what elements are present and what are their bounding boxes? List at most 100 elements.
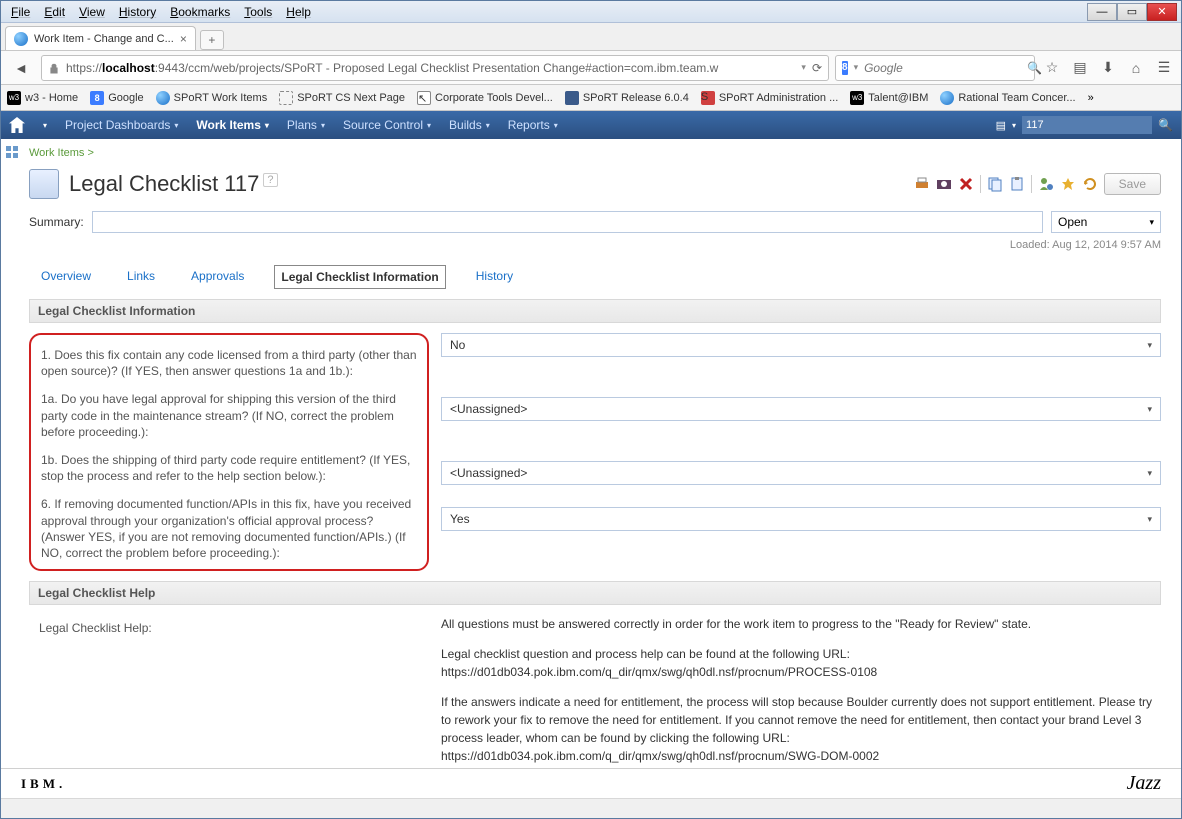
answer-1b-select[interactable]: <Unassigned>▾ — [441, 461, 1161, 485]
bookmark-w3[interactable]: w3w3 - Home — [7, 91, 78, 105]
bookmark-rtc[interactable]: Rational Team Concer... — [940, 91, 1075, 105]
tab-links[interactable]: Links — [121, 265, 161, 289]
chevron-down-icon: ▾ — [1147, 514, 1152, 525]
search-dropdown-icon[interactable]: ▾ — [854, 62, 859, 73]
camera-icon[interactable] — [936, 176, 952, 192]
reload-icon[interactable]: ⟳ — [812, 61, 822, 75]
question-1: 1. Does this fix contain any code licens… — [41, 343, 417, 387]
tab-close-icon[interactable]: × — [180, 32, 187, 46]
summary-input[interactable] — [92, 211, 1043, 233]
subscribe-icon[interactable] — [1038, 176, 1054, 192]
refresh-icon[interactable] — [1082, 176, 1098, 192]
separator — [980, 175, 981, 193]
answer-1a-select[interactable]: <Unassigned>▾ — [441, 397, 1161, 421]
delete-icon[interactable] — [958, 176, 974, 192]
menu-tools[interactable]: Tools — [238, 3, 278, 21]
menu-history[interactable]: History — [113, 3, 162, 21]
menu-bookmarks[interactable]: Bookmarks — [164, 3, 236, 21]
paste-icon[interactable] — [1009, 176, 1025, 192]
address-bar[interactable]: https://localhost:9443/ccm/web/projects/… — [41, 55, 829, 81]
menu-view[interactable]: View — [73, 3, 111, 21]
bookmark-sport-wi[interactable]: SPoRT Work Items — [156, 91, 268, 105]
separator — [1031, 175, 1032, 193]
tab-bar: Overview Links Approvals Legal Checklist… — [29, 261, 1161, 299]
state-select[interactable]: Open ▾ — [1051, 211, 1161, 233]
bookmark-sport-cs[interactable]: SPoRT CS Next Page — [279, 91, 405, 105]
copy-icon[interactable] — [987, 176, 1003, 192]
close-button[interactable]: ✕ — [1147, 3, 1177, 21]
globe-icon — [940, 91, 954, 105]
search-bar[interactable]: 8 ▾ 🔍 — [835, 55, 1035, 81]
tab-approvals[interactable]: Approvals — [185, 265, 250, 289]
nav-builds[interactable]: Builds▾ — [449, 118, 490, 132]
search-input[interactable] — [864, 61, 1021, 75]
page-icon — [279, 91, 293, 105]
answer-6-select[interactable]: Yes▾ — [441, 507, 1161, 531]
checklist-form: 1. Does this fix contain any code licens… — [29, 323, 1161, 581]
nav-source[interactable]: Source Control▾ — [343, 118, 431, 132]
bookmark-sport-admin[interactable]: SSPoRT Administration ... — [701, 91, 838, 105]
window: File Edit View History Bookmarks Tools H… — [0, 0, 1182, 819]
bookmark-google[interactable]: 8Google — [90, 91, 143, 105]
page-title: Legal Checklist 117? — [69, 171, 904, 197]
dropdown-icon[interactable]: ▾ — [801, 62, 806, 73]
print-icon[interactable] — [914, 176, 930, 192]
back-button[interactable]: ◄ — [7, 55, 35, 81]
bookmark-talent[interactable]: w3Talent@IBM — [850, 91, 928, 105]
workitem-icon — [29, 169, 59, 199]
window-buttons: — ▭ ✕ — [1087, 3, 1177, 21]
grid-icon[interactable] — [5, 145, 19, 159]
google-icon: 8 — [90, 91, 104, 105]
bookmark-sport-rel[interactable]: SPoRT Release 6.0.4 — [565, 91, 689, 105]
nav-workitems[interactable]: Work Items▾ — [196, 118, 268, 132]
question-1a: 1a. Do you have legal approval for shipp… — [41, 387, 417, 448]
bookmark-star-icon[interactable]: ☆ — [1041, 57, 1063, 79]
help-icon[interactable]: ? — [263, 173, 277, 187]
answer-1-select[interactable]: No▾ — [441, 333, 1161, 357]
nav-plans[interactable]: Plans▾ — [287, 118, 325, 132]
menu-edit[interactable]: Edit — [38, 3, 71, 21]
titlebar: File Edit View History Bookmarks Tools H… — [1, 1, 1181, 23]
question-1b: 1b. Does the shipping of third party cod… — [41, 448, 417, 492]
browser-tab-strip: Work Item - Change and C... × + — [1, 23, 1181, 51]
nav-search-input[interactable] — [1022, 116, 1152, 134]
search-icon[interactable]: 🔍 — [1027, 61, 1042, 75]
downloads-icon[interactable]: ⬇ — [1097, 57, 1119, 79]
nav-dashboards[interactable]: Project Dashboards▾ — [65, 118, 178, 132]
browser-tab[interactable]: Work Item - Change and C... × — [5, 26, 196, 50]
toolbar: Save — [914, 173, 1161, 195]
loaded-timestamp: Loaded: Aug 12, 2014 9:57 AM — [29, 237, 1161, 261]
menu-help[interactable]: Help — [280, 3, 317, 21]
status-bar — [1, 798, 1181, 818]
save-button[interactable]: Save — [1104, 173, 1161, 195]
maximize-button[interactable]: ▭ — [1117, 3, 1147, 21]
search-type-icon[interactable]: ▤ — [996, 119, 1006, 132]
page-footer: IBM. Jazz — [1, 768, 1181, 798]
menu-file[interactable]: File — [5, 3, 36, 21]
nav-reports[interactable]: Reports▾ — [508, 118, 558, 132]
new-tab-button[interactable]: + — [200, 30, 224, 50]
hamburger-icon[interactable]: ☰ — [1153, 57, 1175, 79]
favorite-icon[interactable] — [1060, 176, 1076, 192]
search-icon[interactable]: 🔍 — [1158, 118, 1173, 132]
library-icon[interactable]: ▤ — [1069, 57, 1091, 79]
title-row: Legal Checklist 117? Save — [29, 165, 1161, 209]
address-bar-row: ◄ https://localhost:9443/ccm/web/project… — [1, 51, 1181, 85]
chevron-down-icon: ▾ — [1147, 340, 1152, 351]
tab-history[interactable]: History — [470, 265, 519, 289]
tab-legal[interactable]: Legal Checklist Information — [274, 265, 445, 289]
google-icon: 8 — [842, 61, 848, 75]
menubar: File Edit View History Bookmarks Tools H… — [5, 3, 1087, 21]
overflow-icon[interactable]: » — [1088, 92, 1094, 104]
answers-column: No▾ <Unassigned>▾ <Unassigned>▾ Yes▾ — [441, 333, 1161, 571]
admin-icon: S — [701, 91, 715, 105]
help-label: Legal Checklist Help: — [29, 615, 429, 768]
breadcrumb[interactable]: Work Items > — [29, 145, 1161, 165]
tab-overview[interactable]: Overview — [35, 265, 97, 289]
bookmark-corp[interactable]: ↖Corporate Tools Devel... — [417, 91, 553, 105]
globe-icon — [156, 91, 170, 105]
home-icon[interactable] — [9, 117, 25, 133]
minimize-button[interactable]: — — [1087, 3, 1117, 21]
home-icon[interactable]: ⌂ — [1125, 57, 1147, 79]
w3-icon: w3 — [7, 91, 21, 105]
